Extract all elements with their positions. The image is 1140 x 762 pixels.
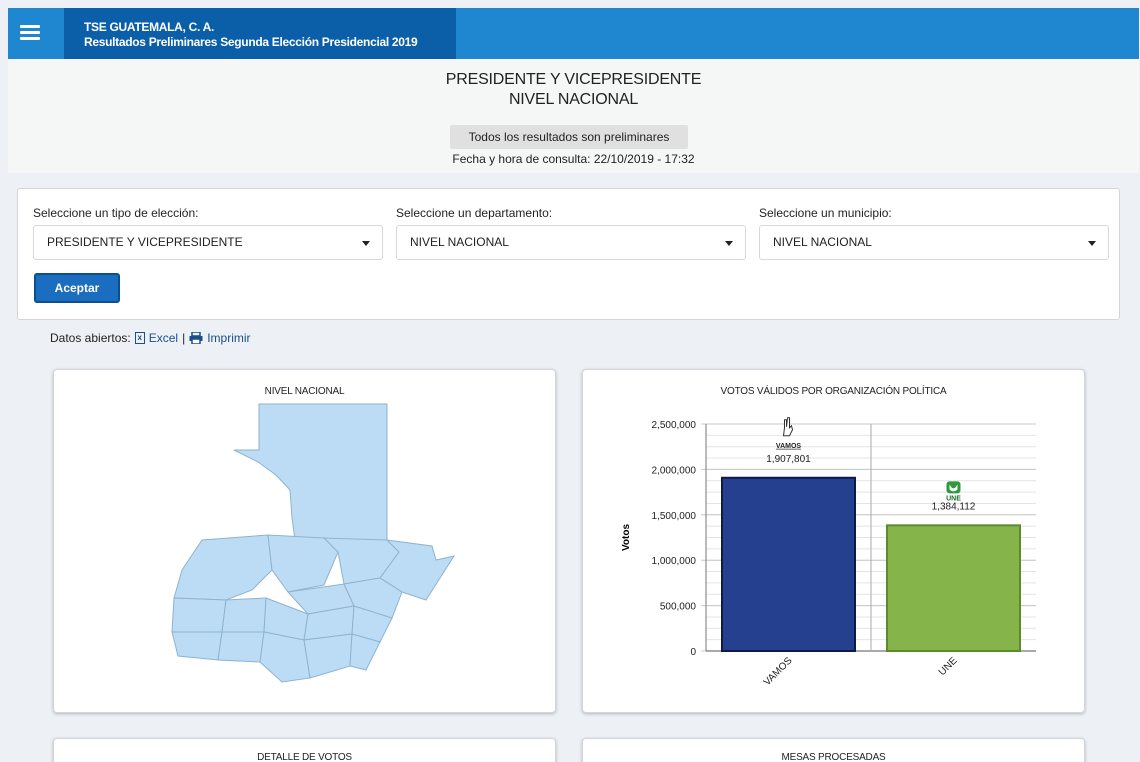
department-value: NIVEL NACIONAL [410, 235, 509, 249]
election-type-select[interactable]: PRESIDENTE Y VICEPRESIDENTE [33, 225, 383, 260]
map-region-quetzaltenango [221, 597, 267, 633]
chevron-down-icon [725, 241, 733, 246]
page-title: PRESIDENTE Y VICEPRESIDENTE [445, 71, 702, 88]
y-tick-label: 2,500,000 [652, 420, 697, 431]
y-tick-label: 500,000 [660, 602, 697, 613]
municipality-select[interactable]: NIVEL NACIONAL [759, 225, 1109, 260]
map-region-retalhuleu [171, 631, 223, 661]
open-data-bar: Datos abiertos: x Excel | Imprimir [50, 331, 251, 345]
map-card: NIVEL NACIONAL [53, 369, 556, 713]
preliminary-badge: Todos los resultados son preliminares [450, 125, 688, 149]
hamburger-menu-icon[interactable] [20, 25, 40, 43]
y-tick-label: 1,500,000 [652, 511, 697, 522]
excel-link[interactable]: Excel [149, 331, 178, 345]
excel-file-icon[interactable]: x [134, 332, 145, 344]
y-tick-label: 1,000,000 [652, 556, 697, 567]
municipality-value: NIVEL NACIONAL [773, 235, 872, 249]
x-tick-label: UNE [937, 655, 960, 678]
bar-une [886, 524, 1021, 652]
department-select[interactable]: NIVEL NACIONAL [396, 225, 746, 260]
bar-vamos [721, 476, 856, 652]
accept-button[interactable]: Aceptar [34, 273, 120, 303]
map-region-san-marcos [171, 597, 227, 633]
data-label: 1,384,112 [932, 501, 976, 512]
vote-detail-card: DETALLE DE VOTOS [53, 738, 556, 762]
top-bar: TSE GUATEMALA, C. A. Resultados Prelimin… [8, 8, 1139, 59]
org-name: TSE GUATEMALA, C. A. [84, 20, 214, 34]
open-data-label: Datos abiertos: [50, 331, 131, 345]
map-region-escuintla [259, 631, 311, 683]
election-type-label: Seleccione un tipo de elección: [33, 206, 199, 220]
open-data-separator: | [182, 331, 186, 345]
map-region-quiche [267, 534, 339, 593]
chart-card: VOTOS VÁLIDOS POR ORGANIZACIÓN POLÍTICA … [582, 369, 1085, 713]
map-region-huehuetenango [173, 534, 273, 601]
mesas-card: MESAS PROCESADAS [582, 738, 1085, 762]
page-header: PRESIDENTE Y VICEPRESIDENTE NIVEL NACION… [8, 59, 1139, 173]
mesas-title: MESAS PROCESADAS [781, 752, 886, 762]
une-logo-icon [946, 481, 961, 494]
y-axis-label: Votos [621, 524, 632, 551]
y-tick-label: 2,000,000 [652, 465, 697, 476]
brand-block: TSE GUATEMALA, C. A. Resultados Prelimin… [64, 8, 456, 59]
print-link[interactable]: Imprimir [207, 331, 250, 345]
x-tick-label: VAMOS [762, 655, 795, 688]
votes-bar-chart: 0 500,000 1,000,000 1,500,000 2,000,000 2,500… [621, 417, 1036, 688]
page-level: NIVEL NACIONAL [508, 91, 639, 108]
printer-icon[interactable] [189, 332, 203, 344]
chevron-down-icon [1088, 241, 1096, 246]
vamos-logo-text: VAMOS [776, 443, 801, 450]
guatemala-map[interactable] [54, 370, 557, 714]
municipality-label: Seleccione un municipio: [759, 206, 892, 220]
map-region-peten [233, 403, 388, 541]
vote-detail-title: DETALLE DE VOTOS [257, 752, 352, 762]
chevron-down-icon [362, 241, 370, 246]
une-logo-text: UNE [946, 495, 961, 502]
map-region-suchitepequez [217, 631, 265, 663]
data-label: 1,907,801 [766, 454, 811, 465]
app-subtitle: Resultados Preliminares Segunda Elección… [84, 35, 418, 49]
consulta-timestamp: Fecha y hora de consulta: 22/10/2019 - 1… [452, 152, 695, 166]
department-label: Seleccione un departamento: [396, 206, 553, 220]
election-type-value: PRESIDENTE Y VICEPRESIDENTE [47, 235, 243, 249]
filter-panel: Seleccione un tipo de elección: PRESIDEN… [17, 188, 1120, 320]
y-tick-label: 0 [690, 647, 696, 658]
map-region-santa-rosa [303, 633, 353, 679]
vamos-logo-icon [782, 417, 794, 437]
